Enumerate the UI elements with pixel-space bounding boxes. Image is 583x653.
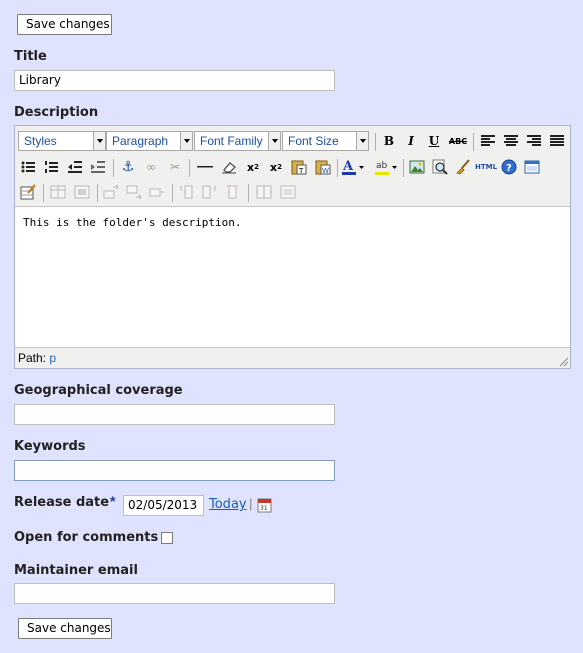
keywords-input[interactable] [14, 460, 335, 481]
paste-text-icon[interactable]: T [289, 157, 309, 177]
editor-statusbar: Path: p [18, 351, 56, 365]
geographical-coverage-input[interactable] [14, 404, 335, 425]
superscript-icon[interactable]: x2 [266, 157, 286, 177]
strikethrough-icon[interactable]: ABC [448, 131, 468, 151]
font-color-icon[interactable]: A [341, 157, 365, 177]
subscript-icon[interactable]: x2 [243, 157, 263, 177]
open-for-comments-checkbox[interactable] [161, 532, 173, 544]
indent-icon[interactable] [88, 157, 108, 177]
col-after-icon[interactable] [200, 182, 220, 202]
release-date-label: Release date [14, 495, 110, 510]
align-left-icon[interactable] [478, 131, 498, 151]
align-right-icon[interactable] [524, 131, 544, 151]
align-justify-icon[interactable] [547, 131, 567, 151]
open-for-comments-label: Open for comments [14, 530, 159, 545]
svg-text:A: A [342, 159, 354, 174]
delete-row-icon[interactable] [147, 182, 167, 202]
help-icon[interactable]: ? [499, 157, 519, 177]
italic-icon[interactable]: I [401, 131, 421, 151]
maintainer-email-label: Maintainer email [14, 563, 138, 578]
maintainer-email-input[interactable] [14, 583, 335, 604]
path-element-link[interactable]: p [49, 351, 56, 365]
title-label: Title [14, 49, 47, 64]
row-before-icon[interactable] [101, 182, 121, 202]
link-icon[interactable]: ∞ [141, 157, 161, 177]
insert-table-icon[interactable] [18, 182, 38, 202]
row-after-icon[interactable] [124, 182, 144, 202]
anchor-icon[interactable]: ⚓ [118, 157, 138, 177]
numbered-list-icon[interactable] [41, 157, 61, 177]
bold-icon[interactable]: B [379, 131, 399, 151]
paste-word-icon[interactable]: W [313, 157, 333, 177]
outdent-icon[interactable] [65, 157, 85, 177]
font-family-select[interactable]: Font Family [194, 131, 281, 151]
toolbar-row-3 [15, 180, 570, 204]
font-size-select[interactable]: Font Size [282, 131, 369, 151]
col-before-icon[interactable] [177, 182, 197, 202]
image-icon[interactable] [407, 157, 427, 177]
svg-text:W: W [322, 167, 329, 175]
today-link[interactable]: Today [209, 497, 247, 512]
title-input[interactable]: Library [14, 70, 335, 91]
release-date-input[interactable]: 02/05/2013 [123, 495, 204, 516]
fullscreen-icon[interactable] [522, 157, 542, 177]
svg-text:ab: ab [376, 161, 388, 171]
horizontal-rule-icon[interactable] [195, 157, 215, 177]
save-changes-button-top[interactable]: Save changes [17, 14, 112, 35]
delete-col-icon[interactable] [223, 182, 243, 202]
editor-content-area[interactable]: This is the folder's description. [15, 206, 570, 348]
html-source-icon[interactable]: HTML [475, 157, 497, 177]
underline-icon[interactable]: U [424, 131, 444, 151]
calendar-icon[interactable]: 31 [257, 497, 272, 513]
save-changes-button-bottom[interactable]: Save changes [18, 618, 112, 639]
merge-cells-icon[interactable] [278, 182, 298, 202]
styles-select[interactable]: Styles [18, 131, 106, 151]
rich-text-editor: Styles Paragraph Font Family Font Size B… [14, 125, 571, 369]
toolbar-row-1: Styles Paragraph Font Family Font Size B… [15, 126, 570, 151]
svg-text:T: T [298, 167, 304, 175]
format-select[interactable]: Paragraph [106, 131, 193, 151]
bullet-list-icon[interactable] [18, 157, 38, 177]
geographical-coverage-label: Geographical coverage [14, 383, 183, 398]
background-color-icon[interactable]: ab [374, 157, 398, 177]
table-props-icon[interactable] [48, 182, 68, 202]
description-label: Description [14, 105, 99, 120]
path-label: Path: [18, 351, 47, 365]
svg-text:?: ? [506, 163, 512, 174]
svg-text:31: 31 [260, 505, 268, 512]
required-marker: * [110, 493, 116, 509]
preview-icon[interactable] [430, 157, 450, 177]
keywords-label: Keywords [14, 439, 86, 454]
resize-handle-icon[interactable] [559, 357, 569, 367]
toolbar-row-2: ⚓ ∞ ✂ x2 x2 T W A ab HTML ? [15, 155, 570, 179]
eraser-icon[interactable] [219, 157, 239, 177]
align-center-icon[interactable] [501, 131, 521, 151]
cell-props-icon[interactable] [72, 182, 92, 202]
cleanup-icon[interactable] [453, 157, 473, 177]
unlink-icon[interactable]: ✂ [165, 157, 185, 177]
date-separator: | [249, 496, 253, 511]
split-cells-icon[interactable] [254, 182, 274, 202]
